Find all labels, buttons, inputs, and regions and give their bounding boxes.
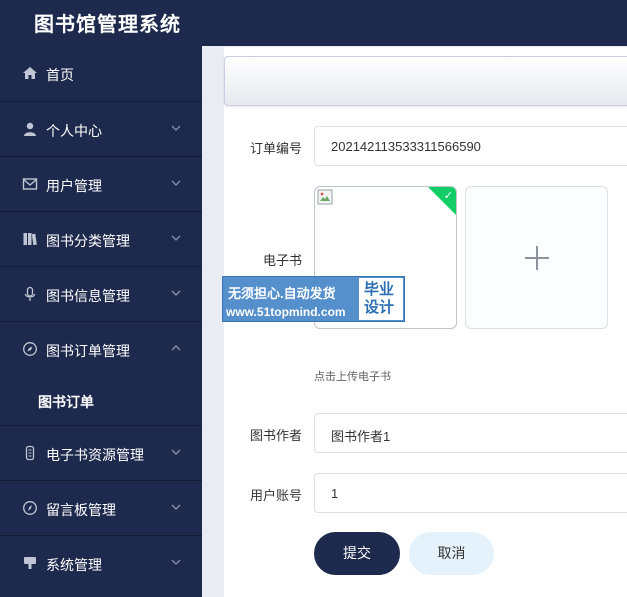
watermark-banner: 无须担心.自动发货 www.51topmind.com 毕业设计 — [222, 276, 405, 322]
watermark-box-text: 毕业设计 — [364, 281, 395, 316]
author-field[interactable]: 图书作者1 — [314, 413, 627, 453]
sidebar-item-user-management[interactable]: 用户管理 — [0, 156, 202, 210]
chevron-down-icon — [171, 559, 181, 565]
cancel-button[interactable]: 取消 — [409, 532, 494, 575]
sidebar-item-label: 用户管理 — [46, 178, 102, 194]
account-value: 1 — [331, 486, 339, 501]
compass-icon — [23, 501, 37, 515]
compass-icon — [23, 342, 37, 356]
account-label: 用户账号 — [249, 488, 302, 503]
sidebar-item-book-info-management[interactable]: 图书信息管理 — [0, 266, 202, 320]
check-icon: ✓ — [443, 190, 453, 202]
sidebar-item-label: 图书订单管理 — [46, 343, 130, 359]
order-no-value: 20214211353331​1566590 — [331, 139, 481, 154]
broken-image-icon — [317, 189, 333, 205]
order-no-label: 订单编号 — [249, 141, 302, 156]
sidebar-item-label: 图书分类管理 — [46, 233, 130, 249]
sidebar-subitem-label: 图书订单 — [38, 394, 94, 410]
sidebar-item-label: 电子书资源管理 — [46, 447, 144, 463]
upload-hint: 点击上传电子书 — [314, 371, 391, 383]
upload-add-button[interactable] — [465, 186, 608, 329]
watermark-line2: www.51topmind.com — [226, 305, 346, 319]
top-header: 图书馆管理系统 — [0, 0, 627, 46]
sidebar-item-category-management[interactable]: 图书分类管理 — [0, 211, 202, 265]
microphone-icon — [24, 286, 36, 301]
sidebar-item-message-board[interactable]: 留言板管理 — [0, 480, 202, 534]
sidebar-item-label: 留言板管理 — [46, 502, 116, 518]
mail-icon — [22, 178, 38, 190]
app-title: 图书馆管理系统 — [34, 14, 181, 36]
author-value: 图书作者1 — [331, 429, 391, 444]
sidebar-item-label: 首页 — [46, 67, 74, 83]
sidebar-subitem-book-order[interactable]: 图书订单 — [0, 374, 202, 426]
sidebar-item-label: 个人中心 — [46, 123, 102, 139]
sidebar-item-label: 图书信息管理 — [46, 288, 130, 304]
sidebar-item-system-management[interactable]: 系统管理 — [0, 535, 202, 589]
sidebar-item-home[interactable]: 首页 — [0, 46, 202, 100]
books-icon — [23, 233, 37, 246]
order-no-field[interactable]: 20214211353331​1566590 — [314, 126, 627, 166]
sidebar-item-label: 系统管理 — [46, 557, 102, 573]
chevron-down-icon — [171, 449, 181, 455]
ebook-label: 电子书 — [262, 253, 302, 268]
watermark-line1: 无须担心.自动发货 — [228, 286, 336, 301]
chevron-down-icon — [171, 290, 181, 296]
chevron-down-icon — [171, 180, 181, 186]
breadcrumb — [224, 56, 627, 106]
chevron-up-icon — [171, 345, 181, 351]
submit-button[interactable]: 提交 — [314, 532, 400, 575]
home-icon — [23, 67, 37, 79]
sidebar-item-personal-center[interactable]: 个人中心 — [0, 101, 202, 155]
chevron-down-icon — [171, 125, 181, 131]
settings-icon — [24, 557, 36, 569]
sidebar-item-order-management[interactable]: 图书订单管理 — [0, 321, 202, 375]
chevron-down-icon — [171, 235, 181, 241]
account-field[interactable]: 1 — [314, 473, 627, 513]
user-icon — [24, 122, 36, 136]
watermark-box: 毕业设计 — [359, 278, 403, 320]
chevron-down-icon — [171, 504, 181, 510]
sidebar-item-ebook-management[interactable]: 电子书资源管理 — [0, 425, 202, 479]
author-label: 图书作者 — [249, 428, 302, 443]
sidebar: 首页 个人中心 用户管理 图书分类管理 图书信息管理 图书订单管理 图书订单 电… — [0, 46, 202, 597]
plus-icon-vertical — [536, 246, 538, 270]
device-icon — [25, 445, 35, 461]
